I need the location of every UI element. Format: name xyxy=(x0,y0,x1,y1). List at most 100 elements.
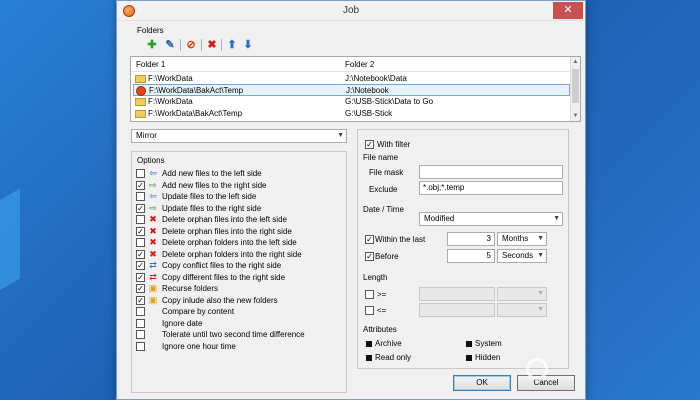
before-unit-select[interactable]: Seconds ▼ xyxy=(497,249,547,263)
option-checkbox[interactable]: ✓ xyxy=(136,261,145,270)
option-icon: ✖ xyxy=(149,237,157,247)
folder-list[interactable]: Folder 1 Folder 2 F:\WorkData J:\Noteboo… xyxy=(130,56,581,122)
archive-label: Archive xyxy=(375,339,402,348)
option-checkbox[interactable]: ✓ xyxy=(136,249,145,259)
checkbox-box xyxy=(365,290,374,299)
length-ge-unit-select[interactable]: ▼ xyxy=(497,287,547,301)
no-entry-icon xyxy=(136,86,146,96)
file-mask-label: File mask xyxy=(369,168,404,177)
scroll-down-icon[interactable]: ▼ xyxy=(571,111,580,121)
option-icon: ⇄ xyxy=(149,271,157,282)
folder-2-path: J:\Notebook xyxy=(346,86,389,95)
option-label: Delete orphan folders into the right sid… xyxy=(162,249,302,259)
chevron-down-icon: ▼ xyxy=(537,290,544,297)
within-unit-select[interactable]: Months ▼ xyxy=(497,232,547,246)
before-value-input[interactable]: 5 xyxy=(447,249,495,263)
chevron-down-icon: ▼ xyxy=(537,235,544,242)
no-entry-icon[interactable]: ⊘ xyxy=(184,38,198,52)
option-label: Add new files to the left side xyxy=(162,169,262,178)
le-label: <= xyxy=(377,306,387,315)
readonly-state-indicator[interactable] xyxy=(366,355,372,361)
length-le-input[interactable] xyxy=(419,303,495,317)
date-mode-select[interactable]: Modified ▼ xyxy=(419,212,563,226)
option-checkbox[interactable]: ✓ xyxy=(136,272,145,282)
option-label: Copy different files to the right side xyxy=(162,272,286,282)
within-unit-value: Months xyxy=(502,234,529,243)
column-folder-1[interactable]: Folder 1 xyxy=(136,60,165,69)
folder-icon xyxy=(135,110,146,118)
option-checkbox[interactable] xyxy=(136,307,145,316)
folder-icon xyxy=(135,75,146,83)
move-down-icon[interactable]: ⬇ xyxy=(241,38,255,52)
folder-list-scrollbar[interactable]: ▲ ▼ xyxy=(570,57,580,121)
folder-1-path: F:\WorkData xyxy=(148,97,193,106)
mode-select[interactable]: Mirror ▼ xyxy=(131,129,347,143)
length-ge-input[interactable] xyxy=(419,287,495,301)
close-button[interactable]: ✕ xyxy=(553,2,583,19)
attributes-label: Attributes xyxy=(363,325,397,334)
option-label: Delete orphan files into the left side xyxy=(162,215,287,224)
folder-1-path: F:\WorkData xyxy=(148,74,193,83)
edit-folder-icon[interactable]: ✎ xyxy=(163,38,177,52)
folder-2-path: G:\USB-Stick\Data to Go xyxy=(345,97,434,106)
option-checkbox[interactable] xyxy=(136,318,145,328)
folder-row[interactable]: F:\WorkData\BakAct\Temp G:\USB-Stick xyxy=(133,108,570,120)
option-checkbox[interactable] xyxy=(136,169,145,178)
option-checkbox[interactable] xyxy=(136,330,145,339)
option-icon: ▣ xyxy=(148,294,158,305)
checkbox-box: ✓ xyxy=(365,252,374,261)
option-checkbox[interactable] xyxy=(136,238,145,247)
ok-button[interactable]: OK xyxy=(453,375,511,391)
exclude-input[interactable]: *.obj;*.temp xyxy=(419,181,563,195)
chevron-down-icon: ▼ xyxy=(537,252,544,259)
before-unit-value: Seconds xyxy=(502,251,534,260)
exclude-label: Exclude xyxy=(369,185,398,194)
folder-row[interactable]: F:\WorkData G:\USB-Stick\Data to Go xyxy=(133,96,570,108)
column-folder-2[interactable]: Folder 2 xyxy=(345,60,374,69)
delete-icon[interactable]: ✖ xyxy=(205,38,219,52)
option-label: Delete orphan files into the right side xyxy=(162,226,292,236)
system-state-indicator[interactable] xyxy=(466,341,472,347)
option-checkbox[interactable] xyxy=(136,341,145,351)
cancel-button[interactable]: Cancel xyxy=(517,375,575,391)
toolbar-separator xyxy=(180,39,181,51)
hidden-label: Hidden xyxy=(475,353,501,362)
length-le-unit-select[interactable]: ▼ xyxy=(497,303,547,317)
move-up-icon[interactable]: ⬆ xyxy=(225,38,239,52)
chevron-down-icon: ▼ xyxy=(537,306,544,313)
folder-row-selected[interactable]: F:\WorkData\BakAct\Temp J:\Notebook xyxy=(133,84,570,96)
option-checkbox[interactable]: ✓ xyxy=(136,180,145,190)
scroll-up-icon[interactable]: ▲ xyxy=(571,57,580,67)
date-time-label: Date / Time xyxy=(363,205,404,214)
option-label: Compare by content xyxy=(162,307,235,316)
checkbox-box: ✓ xyxy=(365,235,374,244)
hidden-state-indicator[interactable] xyxy=(466,355,472,361)
option-checkbox[interactable]: ✓ xyxy=(136,226,145,236)
window-title: Job xyxy=(342,5,360,16)
option-checkbox[interactable]: ✓ xyxy=(136,284,145,293)
with-filter-label: With filter xyxy=(377,140,411,149)
option-checkbox[interactable]: ✓ xyxy=(136,203,145,213)
add-folder-icon[interactable]: ✚ xyxy=(145,38,159,52)
option-checkbox[interactable] xyxy=(136,215,145,224)
folders-label: Folders xyxy=(137,26,164,35)
checkbox-box: ✓ xyxy=(365,140,374,149)
file-name-label: File name xyxy=(363,153,399,162)
option-checkbox[interactable] xyxy=(136,192,145,201)
option-icon: ⇄ xyxy=(149,260,157,270)
option-label: Delete orphan folders into the left side xyxy=(162,238,297,247)
option-label: Ignore date xyxy=(162,318,203,328)
file-mask-input[interactable] xyxy=(419,165,563,179)
option-icon: ✖ xyxy=(149,248,157,259)
before-label: Before xyxy=(375,252,399,261)
option-checkbox[interactable]: ✓ xyxy=(136,295,145,305)
within-label: Within the last xyxy=(375,235,426,244)
folder-1-path: F:\WorkData\BakAct\Temp xyxy=(148,109,243,118)
scroll-thumb[interactable] xyxy=(572,69,579,103)
title-bar[interactable]: Job ✕ xyxy=(117,1,585,21)
toolbar-separator xyxy=(201,39,202,51)
within-value-input[interactable]: 3 xyxy=(447,232,495,246)
ge-label: >= xyxy=(377,290,387,299)
archive-state-indicator[interactable] xyxy=(366,341,372,347)
chevron-down-icon: ▼ xyxy=(553,215,560,222)
